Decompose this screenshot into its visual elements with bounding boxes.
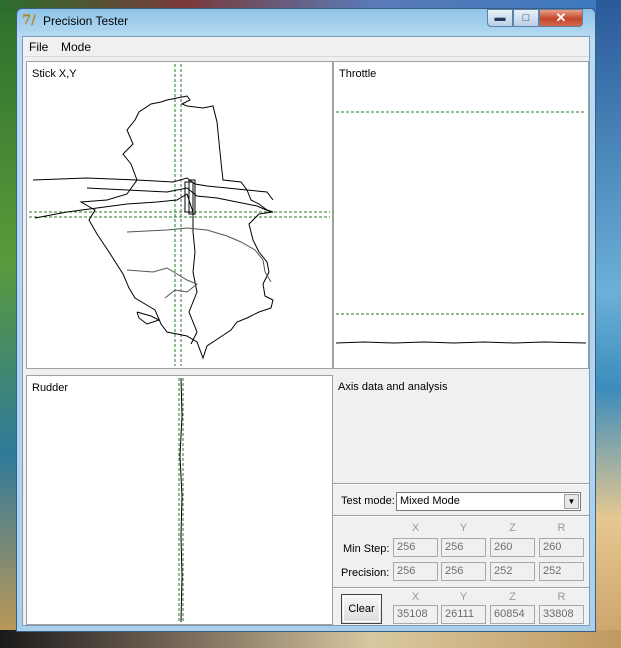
menu-file[interactable]: File bbox=[29, 40, 48, 54]
raw-header-y: Y bbox=[459, 591, 468, 603]
test-mode-select[interactable]: Mixed Mode ▼ bbox=[396, 492, 581, 511]
rudder-plot bbox=[178, 377, 184, 623]
min-step-label: Min Step: bbox=[343, 543, 390, 555]
raw-header-r: R bbox=[557, 591, 566, 603]
precision-x: 256 bbox=[393, 562, 438, 581]
close-button[interactable]: ✕ bbox=[539, 9, 583, 27]
test-mode-value: Mixed Mode bbox=[400, 495, 460, 507]
raw-y: 26111 bbox=[441, 605, 486, 624]
raw-header-x: X bbox=[411, 591, 420, 603]
menu-bar: File Mode bbox=[23, 37, 589, 57]
col-header-r: R bbox=[557, 522, 566, 534]
raw-z: 60854 bbox=[490, 605, 535, 624]
desktop-left bbox=[0, 0, 16, 648]
maximize-button[interactable]: □ bbox=[513, 9, 539, 27]
app-window: 7/ Precision Tester ▬ □ ✕ File Mode Stic… bbox=[16, 8, 596, 632]
separator bbox=[333, 483, 589, 485]
raw-r: 33808 bbox=[539, 605, 584, 624]
precision-label: Precision: bbox=[341, 567, 390, 579]
chevron-down-icon[interactable]: ▼ bbox=[564, 494, 579, 509]
minimize-button[interactable]: ▬ bbox=[487, 9, 513, 27]
min-step-z: 260 bbox=[490, 538, 535, 557]
precision-r: 252 bbox=[539, 562, 584, 581]
col-header-z: Z bbox=[509, 522, 516, 534]
throttle-plot bbox=[335, 111, 587, 344]
raw-header-z: Z bbox=[509, 591, 516, 603]
rudder-panel: Rudder bbox=[26, 375, 333, 625]
menu-mode[interactable]: Mode bbox=[61, 40, 91, 54]
separator bbox=[333, 587, 589, 589]
stick-xy-panel: Stick X,Y bbox=[26, 61, 333, 369]
analysis-title: Axis data and analysis bbox=[338, 381, 448, 393]
maximize-icon: □ bbox=[522, 12, 530, 24]
col-header-x: X bbox=[411, 522, 420, 534]
precision-z: 252 bbox=[490, 562, 535, 581]
separator bbox=[333, 515, 589, 517]
min-step-x: 256 bbox=[393, 538, 438, 557]
app-icon: 7/ bbox=[22, 13, 36, 28]
test-mode-label: Test mode: bbox=[341, 495, 395, 507]
throttle-panel: Throttle bbox=[333, 61, 589, 369]
min-step-r: 260 bbox=[539, 538, 584, 557]
desktop-bottom bbox=[0, 630, 621, 648]
raw-x: 35108 bbox=[393, 605, 438, 624]
stick-xy-plot bbox=[29, 64, 330, 366]
desktop-right bbox=[596, 0, 621, 648]
col-header-y: Y bbox=[459, 522, 468, 534]
close-icon: ✕ bbox=[555, 10, 567, 25]
analysis-area: Axis data and analysis Test mode: Mixed … bbox=[333, 375, 589, 625]
caption-buttons: ▬ □ ✕ bbox=[487, 9, 583, 27]
clear-button[interactable]: Clear bbox=[341, 594, 382, 624]
minimize-icon: ▬ bbox=[494, 12, 506, 24]
precision-y: 256 bbox=[441, 562, 486, 581]
min-step-y: 256 bbox=[441, 538, 486, 557]
client-area: File Mode Stick X,Y Throttle Rudder Axis… bbox=[22, 36, 590, 626]
window-title: Precision Tester bbox=[43, 14, 129, 28]
